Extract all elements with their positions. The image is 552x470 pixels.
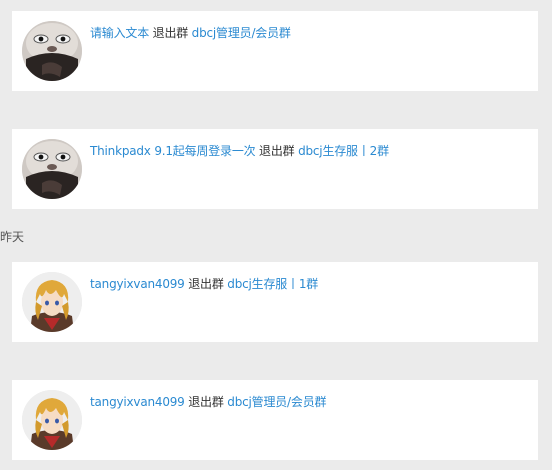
notification-card: Thinkpadx 9.1起每周登录一次 退出群 dbcj生存服丨2群: [12, 129, 538, 209]
notification-card: 请输入文本 退出群 dbcj管理员/会员群: [12, 11, 538, 91]
action-text: 退出群: [152, 26, 189, 40]
sloth-avatar-icon: [22, 139, 82, 199]
user-avatar[interactable]: [22, 21, 82, 81]
action-text: 退出群: [259, 144, 295, 158]
notification-text: Thinkpadx 9.1起每周登录一次 退出群 dbcj生存服丨2群: [90, 143, 389, 159]
notification-card: tangyixvan4099 退出群 dbcj管理员/会员群: [12, 380, 538, 460]
date-header: 昨天: [0, 230, 25, 244]
notification-text: tangyixvan4099 退出群 dbcj生存服丨1群: [90, 276, 318, 292]
notification-text: tangyixvan4099 退出群 dbcj管理员/会员群: [90, 394, 326, 410]
action-text: 退出群: [188, 395, 224, 409]
user-name-link[interactable]: tangyixvan4099: [90, 277, 185, 291]
user-avatar[interactable]: [22, 139, 82, 199]
user-avatar[interactable]: [22, 272, 82, 332]
user-name-link[interactable]: Thinkpadx 9.1起每周登录一次: [90, 144, 256, 158]
anime-avatar-icon: [22, 272, 82, 332]
group-name-link[interactable]: dbcj管理员/会员群: [192, 26, 291, 40]
user-avatar[interactable]: [22, 390, 82, 450]
group-name-link[interactable]: dbcj生存服丨2群: [298, 144, 389, 158]
anime-avatar-icon: [22, 390, 82, 450]
group-name-link[interactable]: dbcj管理员/会员群: [227, 395, 326, 409]
user-name-link[interactable]: tangyixvan4099: [90, 395, 185, 409]
notification-card: tangyixvan4099 退出群 dbcj生存服丨1群: [12, 262, 538, 342]
user-name-link[interactable]: 请输入文本: [90, 26, 149, 40]
sloth-avatar-icon: [22, 21, 82, 81]
notification-text: 请输入文本 退出群 dbcj管理员/会员群: [90, 25, 291, 41]
group-name-link[interactable]: dbcj生存服丨1群: [227, 277, 318, 291]
action-text: 退出群: [188, 277, 224, 291]
